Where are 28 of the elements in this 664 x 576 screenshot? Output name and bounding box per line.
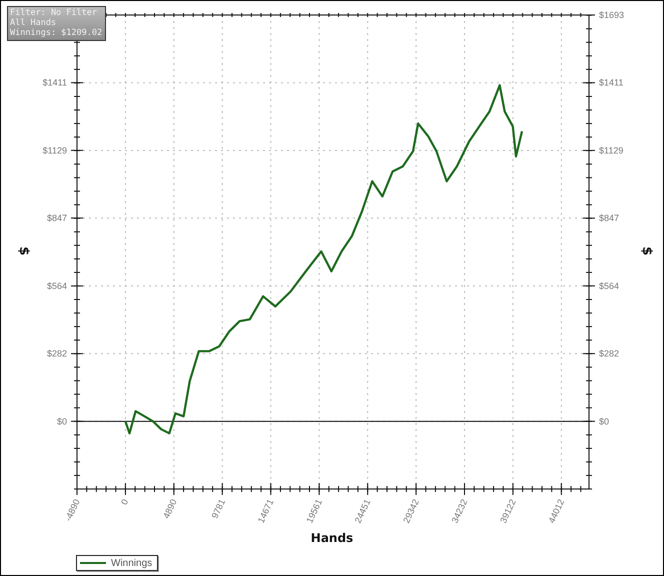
- y-tick-label: $564: [599, 280, 620, 291]
- y-tick-label: $1693: [599, 10, 624, 20]
- y-tick-label: $282: [599, 348, 620, 359]
- y-tick-label: $0: [56, 416, 67, 426]
- legend-label: Winnings: [111, 558, 152, 568]
- y-tick-label: $847: [599, 213, 620, 224]
- x-tick-label: 44012: [546, 498, 566, 525]
- y-tick-label: $1411: [42, 78, 67, 88]
- info-text: Filter: No Filter: [10, 8, 98, 18]
- x-tick-label: 14671: [256, 498, 276, 525]
- x-tick-label: 9781: [210, 498, 228, 520]
- legend-line-icon: [80, 561, 106, 565]
- y-tick-label: $1129: [599, 145, 624, 156]
- y-tick-label: $847: [46, 213, 67, 224]
- x-tick-label: 4890: [161, 498, 179, 520]
- y-axis-title: $: [639, 246, 654, 256]
- y-axis-title: $: [16, 246, 31, 256]
- x-tick-label: 0: [119, 498, 130, 506]
- info-text: Winnings: $1209.02: [10, 28, 102, 38]
- info-text: All Hands: [10, 18, 58, 28]
- x-axis-title: Hands: [310, 531, 354, 545]
- y-tick-label: $0: [599, 416, 610, 426]
- x-tick-label: 19561: [304, 498, 324, 525]
- y-tick-label: $1411: [599, 78, 624, 88]
- y-tick-label: $564: [46, 280, 67, 291]
- x-tick-label: -4890: [63, 498, 82, 523]
- y-tick-label: $282: [46, 348, 67, 359]
- y-tick-label: $1129: [42, 145, 67, 156]
